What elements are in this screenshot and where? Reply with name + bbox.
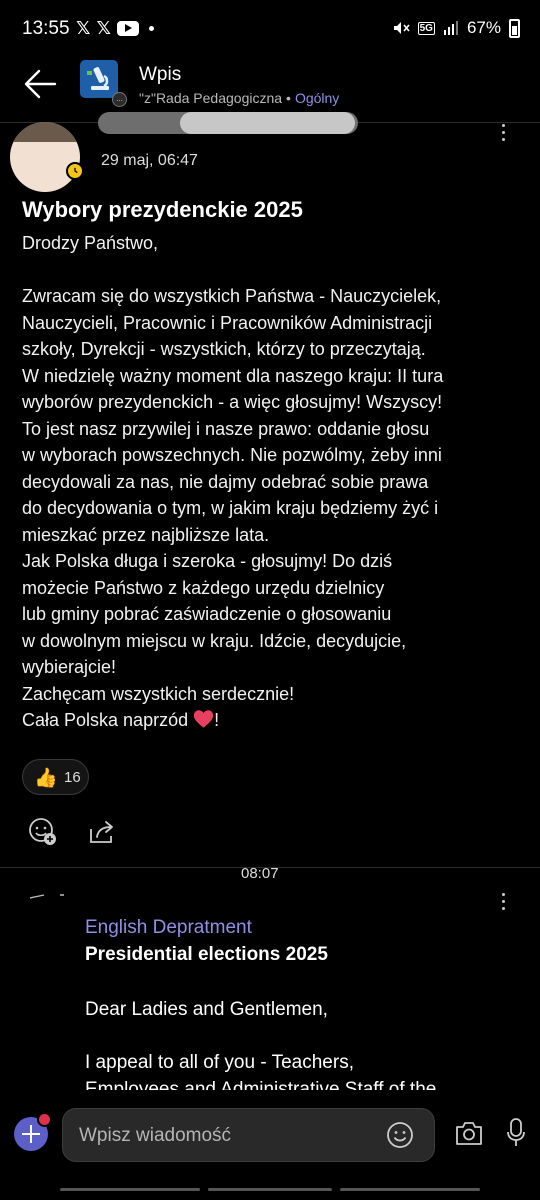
reply-author[interactable]: English Depratment bbox=[85, 917, 252, 939]
microphone-icon[interactable] bbox=[506, 1117, 526, 1149]
post-line: do decydowania o tym, w jakim kraju będz… bbox=[22, 498, 439, 518]
emoji-icon[interactable] bbox=[386, 1121, 414, 1149]
post-line: Zachęcam wszystkich serdecznie! bbox=[22, 683, 295, 704]
signal-icon bbox=[443, 21, 458, 35]
camera-icon[interactable] bbox=[454, 1119, 484, 1147]
nav-handle[interactable] bbox=[60, 1188, 200, 1191]
post-line: możecie Państwo z każdego urzędu dzielni… bbox=[22, 577, 385, 598]
thumbs-up-icon: 👍 bbox=[34, 768, 58, 789]
reply-greeting: Dear Ladies and Gentlemen, bbox=[85, 999, 328, 1020]
battery-icon bbox=[509, 18, 520, 38]
team-name: "z"Rada Pedagogiczna bbox=[139, 90, 283, 106]
message-composer bbox=[0, 1100, 540, 1200]
reply-line: Employees and Administrative Staff of th… bbox=[85, 1078, 437, 1091]
add-reaction-icon[interactable] bbox=[28, 817, 58, 847]
channel-name[interactable]: Ogólny bbox=[295, 90, 339, 106]
team-logo[interactable] bbox=[80, 60, 118, 98]
post-line: w dowolnym miejscu w kraju. Idźcie, decy… bbox=[22, 630, 407, 651]
network-label: 5G bbox=[417, 21, 435, 35]
reply-timestamp: 08:07 bbox=[241, 865, 279, 882]
post-line: To jest nasz przywilej i nasze prawo: od… bbox=[22, 418, 430, 439]
post-line: Nauczycieli, Pracownic i Pracowników Adm… bbox=[22, 312, 433, 333]
x-icon: 𝕏 bbox=[76, 18, 91, 38]
post-timestamp: 29 maj, 06:47 bbox=[101, 152, 198, 169]
post-line: Zwracam się do wszystkich Państwa - Nauc… bbox=[22, 286, 442, 306]
closing-end: ! bbox=[214, 710, 220, 730]
battery-percent: 67% bbox=[466, 18, 501, 37]
back-arrow-icon[interactable] bbox=[22, 66, 58, 102]
post-closing: Cała Polska naprzód ! bbox=[22, 707, 522, 734]
away-status-icon bbox=[66, 162, 84, 180]
post-line: wyborów prezydenckich - a więc głosujmy!… bbox=[22, 392, 443, 412]
like-reaction-button[interactable]: 👍 16 bbox=[22, 759, 89, 795]
post-body: Drodzy Państwo, Zwracam się do wszystkic… bbox=[22, 230, 522, 734]
status-time: 13:55 bbox=[22, 18, 70, 39]
reaction-count: 16 bbox=[64, 769, 81, 786]
post-title: Wybory prezydenckie 2025 bbox=[22, 197, 303, 222]
share-icon[interactable] bbox=[87, 817, 117, 847]
breadcrumb-separator: • bbox=[286, 90, 291, 106]
channel-breadcrumb[interactable]: "z"Rada Pedagogiczna • Ogólny bbox=[139, 90, 339, 106]
navigation-bar bbox=[0, 1188, 540, 1192]
post-line: mieszkać przez najbliższe lata. bbox=[22, 524, 270, 545]
reply-line: I appeal to all of you - Teachers, bbox=[85, 1052, 354, 1073]
more-options-icon[interactable] bbox=[498, 893, 508, 913]
status-bar: 13:55 𝕏 𝕏 5G 67% bbox=[0, 0, 540, 58]
team-badge: ... bbox=[112, 92, 127, 107]
microscope-icon bbox=[87, 67, 109, 90]
closing-text: Cała Polska naprzód bbox=[22, 710, 189, 730]
post-line: decydowali za nas, nie dajmy odebrać sob… bbox=[22, 471, 429, 492]
post-line: W niedzielę ważny moment dla naszego kra… bbox=[22, 365, 444, 386]
x-icon: 𝕏 bbox=[96, 18, 112, 38]
youtube-icon bbox=[117, 21, 140, 36]
nav-handle[interactable] bbox=[208, 1188, 332, 1191]
message-input-box[interactable] bbox=[62, 1108, 435, 1162]
system-icons: 5G 67% bbox=[392, 18, 520, 38]
reply-body: Dear Ladies and Gentlemen, I appeal to a… bbox=[85, 997, 525, 1090]
author-avatar[interactable] bbox=[10, 122, 80, 192]
notification-icons: 𝕏 𝕏 bbox=[76, 18, 155, 39]
avatar-redaction bbox=[10, 122, 80, 142]
post-greeting: Drodzy Państwo, bbox=[22, 233, 159, 253]
page-title: Wpis bbox=[139, 64, 182, 85]
mute-icon bbox=[393, 22, 410, 34]
post-line: w wyborach powszechnych. Nie pozwólmy, ż… bbox=[22, 445, 442, 465]
post-line: lub gminy pobrać zaświadczenie o głosowa… bbox=[22, 604, 392, 624]
reply-avatar bbox=[30, 894, 64, 899]
notification-dot bbox=[37, 1112, 52, 1127]
heart-icon bbox=[194, 710, 214, 728]
redacted-author-name-overlay bbox=[180, 112, 355, 134]
post-line: wybierajcie! bbox=[22, 657, 117, 677]
nav-handle[interactable] bbox=[340, 1188, 480, 1191]
message-input[interactable] bbox=[77, 1121, 371, 1151]
reply-title: Presidential elections 2025 bbox=[85, 944, 328, 965]
post-line: Jak Polska długa i szeroka - głosujmy! D… bbox=[22, 551, 393, 571]
dot-icon bbox=[149, 26, 155, 31]
post-line: szkoły, Dyrekcji - wszystkich, którzy to… bbox=[22, 339, 426, 359]
more-options-icon[interactable] bbox=[498, 124, 508, 144]
